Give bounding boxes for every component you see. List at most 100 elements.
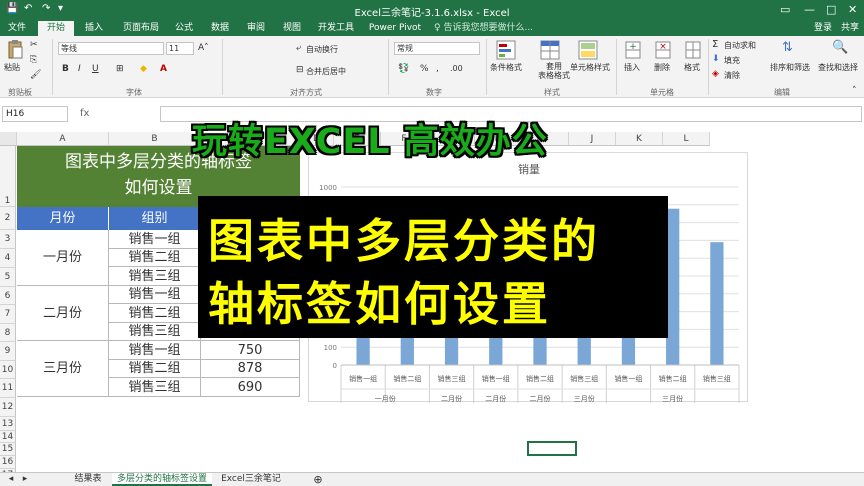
row-header[interactable]: 3 [0, 230, 16, 249]
collapse-ribbon-icon[interactable]: ˄ [852, 86, 857, 96]
tab-view[interactable]: 视图 [278, 21, 306, 36]
group-cell[interactable]: 销售三组 [109, 267, 201, 286]
month-cell[interactable]: 二月份 [17, 286, 109, 341]
close-icon[interactable]: ✕ [848, 3, 857, 16]
tab-developer[interactable]: 开发工具 [314, 21, 358, 36]
format-cells-icon[interactable] [684, 40, 702, 60]
name-box[interactable]: H16 [2, 106, 68, 122]
sort-filter-button[interactable]: 排序和筛选 [770, 62, 810, 73]
fill-button[interactable]: 填充 [724, 55, 740, 66]
cell-styles-button[interactable]: 单元格样式 [570, 62, 610, 73]
row-header[interactable]: 13 [0, 417, 16, 431]
column-header[interactable]: K [616, 132, 663, 146]
tab-data[interactable]: 数据 [206, 21, 234, 36]
merge-center-button[interactable]: 合并后居中 [306, 66, 346, 77]
maximize-icon[interactable]: □ [826, 3, 836, 16]
group-cell[interactable]: 销售三组 [109, 378, 201, 397]
clear-button[interactable]: 清除 [724, 70, 740, 81]
row-header[interactable]: 12 [0, 398, 16, 417]
accounting-format-icon[interactable]: 💱 [398, 64, 409, 74]
row-header[interactable]: 15 [0, 443, 16, 456]
group-cell[interactable]: 销售二组 [109, 304, 201, 323]
cell-styles-icon[interactable] [578, 40, 598, 60]
tab-insert[interactable]: 插入 [80, 21, 108, 36]
column-header[interactable]: L [663, 132, 710, 146]
group-cell[interactable]: 销售三组 [109, 323, 201, 341]
insert-function-icon[interactable]: fx [80, 108, 89, 119]
month-cell[interactable]: 一月份 [17, 230, 109, 286]
clear-icon[interactable]: ◈ [712, 69, 719, 79]
share-button[interactable]: 共享 [838, 21, 862, 36]
group-cell[interactable]: 销售二组 [109, 249, 201, 267]
format-as-table-button[interactable]: 套用 表格格式 [538, 62, 570, 80]
row-header[interactable]: 16 [0, 456, 16, 469]
column-header[interactable]: A [17, 132, 109, 146]
autosum-icon[interactable]: Σ [712, 39, 718, 50]
increase-decimal-icon[interactable]: .00 [450, 64, 463, 73]
sheet-tab-sanyu[interactable]: Excel三余笔记 [216, 473, 286, 486]
delete-cells-button[interactable]: 删除 [654, 62, 670, 73]
sheet-tab-axis-labels[interactable]: 多层分类的轴标签设置 [112, 473, 212, 486]
format-cells-button[interactable]: 格式 [684, 62, 700, 73]
font-name-select[interactable]: 等线 [58, 42, 164, 55]
borders-icon[interactable]: ⊞ [116, 64, 124, 74]
underline-icon[interactable]: U [92, 64, 99, 74]
add-sheet-icon[interactable]: ⊕ [312, 473, 324, 486]
row-header[interactable]: 6 [0, 287, 16, 305]
row-header[interactable]: 5 [0, 268, 16, 287]
bold-icon[interactable]: B [62, 64, 69, 74]
select-all-corner[interactable] [0, 132, 17, 146]
scroll-right-icon[interactable]: ▸ [20, 473, 30, 486]
month-cell[interactable]: 三月份 [17, 341, 109, 397]
minimize-icon[interactable]: — [804, 3, 815, 16]
tab-review[interactable]: 审阅 [242, 21, 270, 36]
tab-home[interactable]: 开始 [38, 21, 74, 36]
wrap-text-icon[interactable]: ⤶ [296, 43, 301, 53]
sheet-tab-results[interactable]: 结果表 [68, 473, 108, 486]
find-select-icon[interactable]: 🔍 [832, 40, 848, 55]
copy-icon[interactable]: ⎘ [30, 55, 37, 65]
sort-filter-icon[interactable]: ⇅ [782, 40, 793, 55]
sign-in-link[interactable]: 登录 [810, 21, 836, 36]
row-header[interactable]: 1 [0, 146, 16, 207]
sales-value-cell[interactable]: 750 [201, 341, 300, 360]
insert-cells-icon[interactable]: + [624, 40, 642, 60]
insert-cells-button[interactable]: 插入 [624, 62, 640, 73]
paste-button[interactable]: 粘贴 [4, 62, 20, 73]
italic-icon[interactable]: I [78, 64, 81, 74]
format-painter-icon[interactable]: 🖌 [30, 70, 41, 80]
tell-me-box[interactable]: ♀ 告诉我您想要做什么... [434, 21, 544, 36]
row-header[interactable]: 2 [0, 207, 16, 230]
format-as-table-icon[interactable] [540, 40, 560, 60]
group-cell[interactable]: 销售一组 [109, 286, 201, 304]
row-header[interactable]: 8 [0, 324, 16, 342]
tab-formulas[interactable]: 公式 [170, 21, 198, 36]
font-size-select[interactable]: 11 [166, 42, 194, 55]
selected-cell-h16[interactable] [527, 441, 577, 456]
group-cell[interactable]: 销售二组 [109, 360, 201, 378]
row-header[interactable]: 10 [0, 361, 16, 379]
grow-font-icon[interactable]: A˄ [198, 43, 209, 53]
merge-center-icon[interactable]: ⊟ [296, 65, 304, 75]
sales-value-cell[interactable]: 878 [201, 360, 300, 378]
row-header[interactable]: 14 [0, 431, 16, 443]
row-header[interactable]: 7 [0, 305, 16, 324]
tab-power-pivot[interactable]: Power Pivot [368, 21, 422, 36]
conditional-format-button[interactable]: 条件格式 [490, 62, 522, 73]
group-cell[interactable]: 销售一组 [109, 230, 201, 249]
column-header[interactable]: J [569, 132, 616, 146]
font-color-icon[interactable]: A [160, 64, 167, 74]
group-cell[interactable]: 销售一组 [109, 341, 201, 360]
cut-icon[interactable]: ✂ [30, 40, 38, 50]
header-group[interactable]: 组别 [109, 207, 201, 230]
fill-icon[interactable]: ⬇ [712, 54, 720, 64]
tab-page-layout[interactable]: 页面布局 [116, 21, 166, 36]
fill-color-icon[interactable]: ◆ [140, 64, 147, 74]
percent-icon[interactable]: % [420, 64, 429, 74]
column-header[interactable]: B [109, 132, 201, 146]
row-header[interactable]: 11 [0, 379, 16, 398]
comma-style-icon[interactable]: , [436, 64, 439, 74]
number-format-select[interactable]: 常规 [394, 42, 480, 55]
conditional-format-icon[interactable] [496, 40, 516, 60]
scroll-left-icon[interactable]: ◂ [6, 473, 16, 486]
